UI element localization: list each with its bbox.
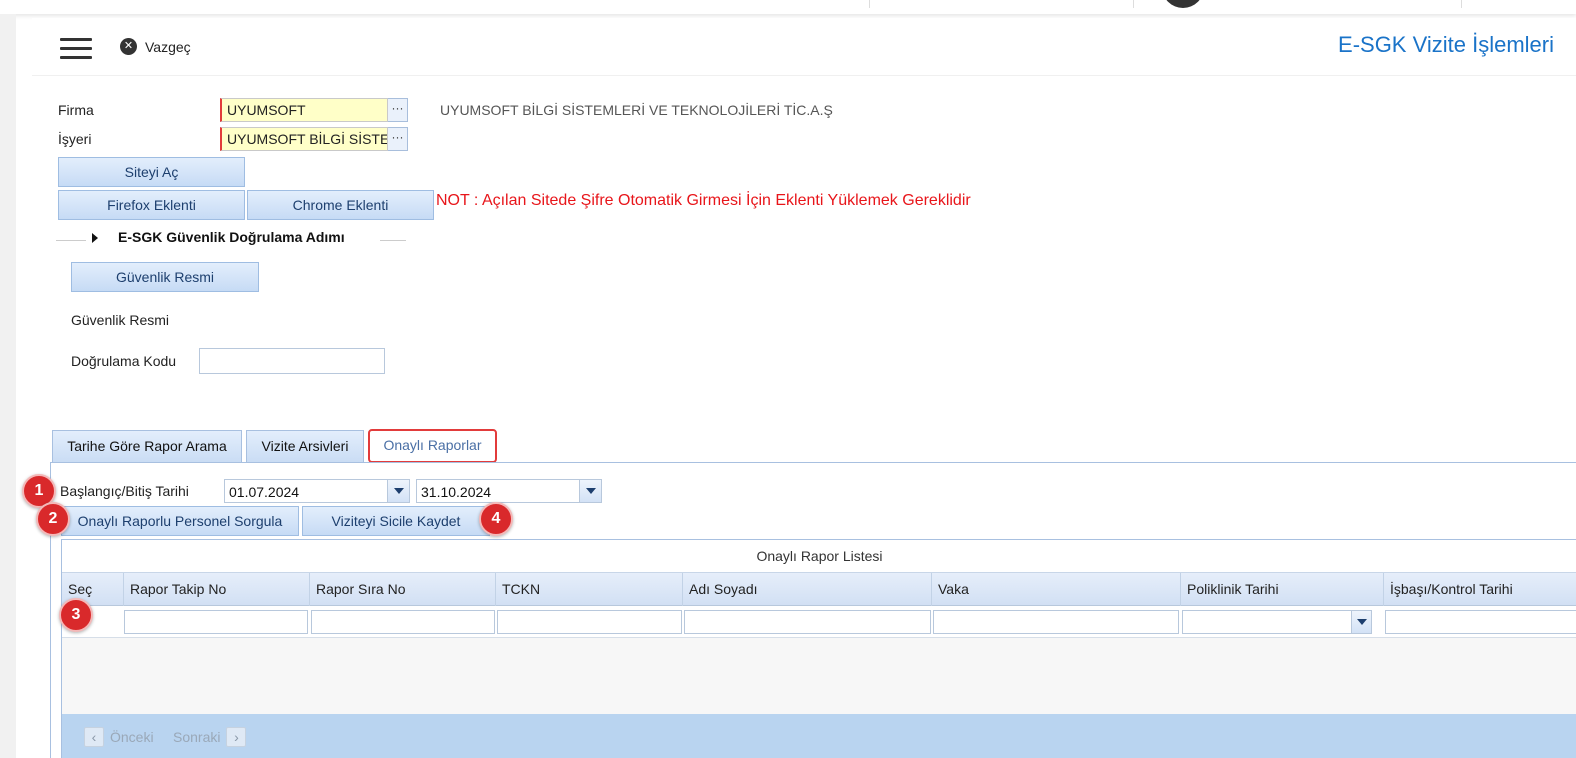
save-vizite-button[interactable]: Viziteyi Sicile Kaydet — [302, 506, 490, 536]
pager-prev-label: Önceki — [110, 729, 154, 745]
approved-report-grid: Onaylı Rapor Listesi Seç Rapor Takip No … — [61, 539, 1576, 758]
column-header-report-sequence-no[interactable]: Rapor Sıra No — [310, 573, 496, 606]
tab-vizite-archives[interactable]: Vizite Arsivleri — [246, 430, 364, 463]
filter-name-surname[interactable] — [684, 610, 931, 634]
isyeri-label: İşyeri — [58, 131, 92, 147]
extension-note: NOT : Açılan Sitede Şifre Otomatik Girme… — [436, 192, 971, 209]
isyeri-input[interactable]: UYUMSOFT BİLGİ SİSTE — [220, 127, 388, 151]
menu-icon[interactable] — [60, 38, 92, 60]
filter-report-sequence-no[interactable] — [311, 610, 495, 634]
step-badge-3: 3 — [59, 598, 93, 632]
date-range-label: Başlangıç/Bitiş Tarihi — [60, 483, 189, 499]
end-date-picker[interactable]: 31.10.2024 — [416, 479, 602, 503]
chevron-down-icon[interactable] — [579, 480, 601, 502]
filter-return-date[interactable] — [1385, 610, 1576, 634]
pager-next-button[interactable]: Sonraki › — [173, 727, 247, 747]
close-icon: ✕ — [120, 38, 137, 55]
page-title: E-SGK Vizite İşlemleri — [1338, 32, 1554, 57]
top-divider — [869, 0, 870, 8]
column-header-tckn[interactable]: TCKN — [496, 573, 683, 606]
chevron-left-icon: ‹ — [84, 727, 104, 747]
start-date-picker[interactable]: 01.07.2024 — [224, 479, 410, 503]
step-badge-2: 2 — [36, 502, 70, 536]
filter-tckn[interactable] — [497, 610, 682, 634]
firma-input[interactable]: UYUMSOFT — [220, 98, 388, 122]
grid-header-row: Seç Rapor Takip No Rapor Sıra No TCKN Ad… — [62, 573, 1576, 606]
expand-arrow-icon — [92, 233, 98, 243]
grid-title: Onaylı Rapor Listesi — [62, 540, 1576, 573]
chevron-down-icon[interactable] — [1351, 611, 1371, 633]
chevron-right-icon: › — [226, 727, 247, 747]
column-header-return-date[interactable]: İşbaşı/Kontrol Tarihi — [1384, 573, 1576, 606]
firma-lookup-button[interactable]: ··· — [388, 98, 408, 122]
cancel-button[interactable]: ✕ Vazgeç — [120, 38, 191, 55]
grid-filter-row — [62, 606, 1576, 638]
end-date-value[interactable]: 31.10.2024 — [417, 480, 579, 502]
page-header: ✕ Vazgeç E-SGK Vizite İşlemleri — [32, 18, 1576, 76]
pager-prev-button[interactable]: ‹ Önceki — [84, 727, 154, 747]
divider — [56, 240, 86, 241]
firma-label: Firma — [58, 102, 94, 118]
firma-lookup: UYUMSOFT ··· — [220, 98, 408, 122]
column-header-name-surname[interactable]: Adı Soyadı — [683, 573, 932, 606]
avatar[interactable] — [1162, 0, 1204, 8]
isyeri-lookup-button[interactable]: ··· — [388, 127, 408, 151]
security-image-label: Güvenlik Resmi — [71, 312, 170, 328]
chevron-down-icon[interactable] — [387, 480, 409, 502]
firefox-extension-button[interactable]: Firefox Eklenti — [58, 190, 245, 220]
verification-code-label: Doğrulama Kodu — [71, 353, 177, 369]
column-header-report-tracking-no[interactable]: Rapor Takip No — [124, 573, 310, 606]
chrome-extension-button[interactable]: Chrome Eklenti — [247, 190, 434, 220]
step-badge-4: 4 — [479, 502, 513, 536]
filter-case[interactable] — [933, 610, 1179, 634]
open-site-button[interactable]: Siteyi Aç — [58, 157, 245, 187]
grid-pager: ‹ Önceki Sonraki › — [62, 714, 1576, 758]
security-image-button[interactable]: Güvenlik Resmi — [71, 262, 259, 292]
column-header-case[interactable]: Vaka — [932, 573, 1181, 606]
security-section-header[interactable]: E-SGK Güvenlik Doğrulama Adımı — [56, 228, 406, 248]
left-rail — [0, 14, 16, 758]
query-approved-personnel-button[interactable]: Onaylı Raporlu Personel Sorgula — [61, 506, 299, 536]
pager-next-label: Sonraki — [173, 729, 221, 745]
cancel-label: Vazgeç — [145, 38, 191, 55]
column-header-polyclinic-date[interactable]: Poliklinik Tarihi — [1181, 573, 1384, 606]
section-title: E-SGK Güvenlik Doğrulama Adımı — [118, 229, 345, 245]
filter-polyclinic-date[interactable] — [1182, 610, 1372, 634]
tab-date-report-search[interactable]: Tarihe Göre Rapor Arama — [52, 430, 242, 463]
company-name: UYUMSOFT BİLGİ SİSTEMLERİ VE TEKNOLOJİLE… — [440, 102, 833, 118]
divider — [380, 240, 406, 241]
isyeri-lookup: UYUMSOFT BİLGİ SİSTE ··· — [220, 127, 408, 151]
start-date-value[interactable]: 01.07.2024 — [225, 480, 387, 502]
top-strip — [0, 0, 1576, 14]
filter-report-tracking-no[interactable] — [124, 610, 308, 634]
top-divider — [1461, 0, 1462, 8]
top-divider — [1133, 0, 1134, 8]
tab-approved-reports[interactable]: Onaylı Raporlar — [368, 429, 497, 463]
verification-code-input[interactable] — [199, 348, 385, 374]
